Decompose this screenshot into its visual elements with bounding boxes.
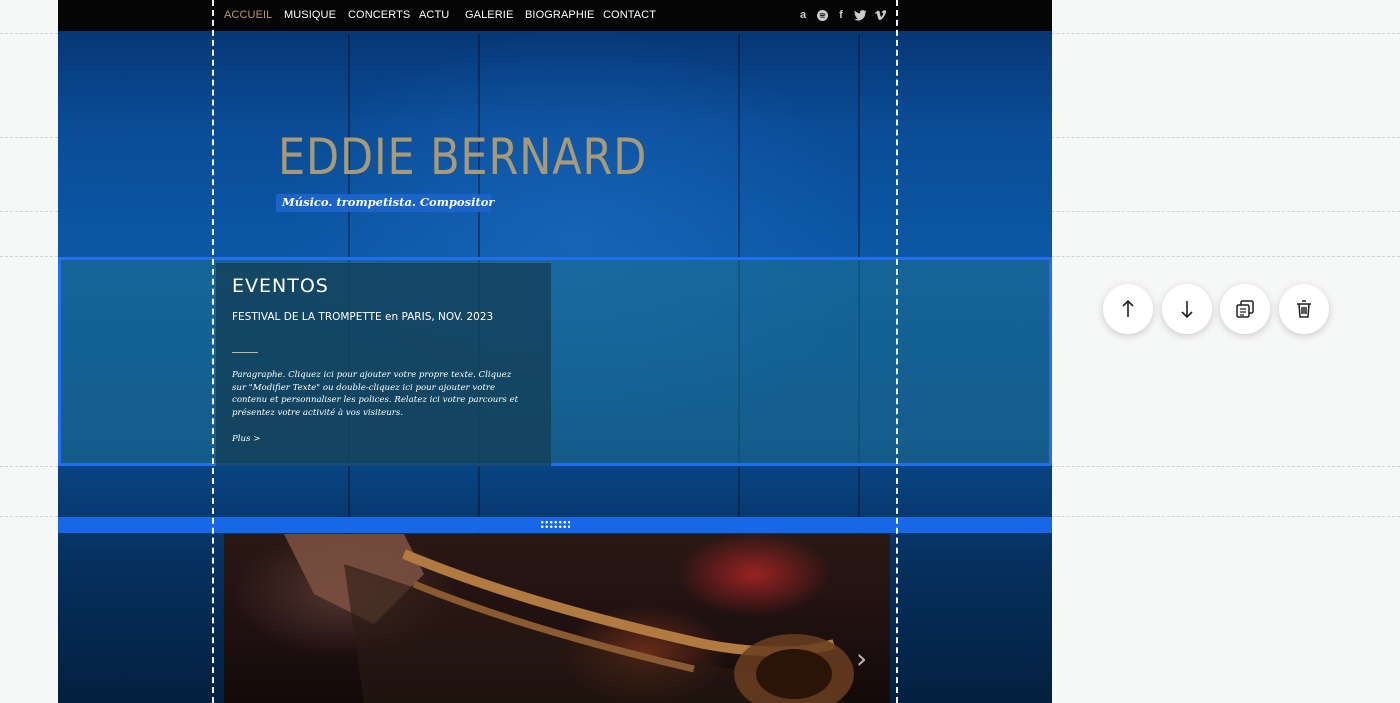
spotify-icon[interactable] <box>815 8 829 22</box>
section-divider-bar[interactable] <box>58 517 1052 533</box>
nav-item-biographie[interactable]: BIOGRAPHIE <box>525 0 594 31</box>
facebook-icon[interactable]: f <box>834 8 848 22</box>
nav-item-musique[interactable]: MUSIQUE <box>284 0 336 31</box>
events-section-selected[interactable]: EVENTOS FESTIVAL DE LA TROMPETTE en PARI… <box>58 257 1052 466</box>
duplicate-icon <box>1236 300 1254 318</box>
delete-button[interactable] <box>1279 284 1329 334</box>
move-down-icon <box>1181 301 1193 319</box>
column-guide <box>896 0 898 703</box>
move-up-icon <box>1122 299 1134 317</box>
amazon-icon[interactable]: a <box>796 8 810 22</box>
events-paragraph[interactable]: Paragraphe. Cliquez ici pour ajouter vot… <box>232 369 527 419</box>
twitter-icon[interactable] <box>853 8 867 22</box>
more-link[interactable]: Plus > <box>232 434 260 444</box>
move-down-button[interactable] <box>1162 284 1212 334</box>
nav-item-contact[interactable]: CONTACT <box>603 0 656 31</box>
nav-item-accueil[interactable]: ACCUEIL <box>224 0 272 31</box>
delete-icon <box>1297 300 1311 318</box>
column-guide <box>212 0 214 703</box>
events-subtitle[interactable]: FESTIVAL DE LA TROMPETTE en PARIS, NOV. … <box>232 311 493 323</box>
top-navigation: ACCUEIL MUSIQUE CONCERTS ACTU GALERIE BI… <box>58 0 1052 31</box>
duplicate-button[interactable] <box>1220 284 1270 334</box>
chevron-right-icon[interactable]: › <box>856 642 867 675</box>
trumpet-illustration <box>284 534 854 703</box>
divider <box>232 352 258 353</box>
drag-handle-icon[interactable] <box>540 520 570 530</box>
nav-item-galerie[interactable]: GALERIE <box>465 0 513 31</box>
events-title[interactable]: EVENTOS <box>232 275 329 297</box>
events-panel[interactable]: EVENTOS FESTIVAL DE LA TROMPETTE en PARI… <box>216 263 551 466</box>
trumpet-photo[interactable]: › <box>224 534 890 703</box>
hero-title[interactable]: EDDIE BERNARD <box>278 128 647 186</box>
move-up-button[interactable] <box>1103 284 1153 334</box>
nav-item-actu[interactable]: ACTU <box>419 0 449 31</box>
nav-item-concerts[interactable]: CONCERTS <box>348 0 410 31</box>
hero-subtitle[interactable]: Músico. trompetista. Compositor <box>282 195 495 209</box>
vimeo-icon[interactable] <box>873 8 887 22</box>
